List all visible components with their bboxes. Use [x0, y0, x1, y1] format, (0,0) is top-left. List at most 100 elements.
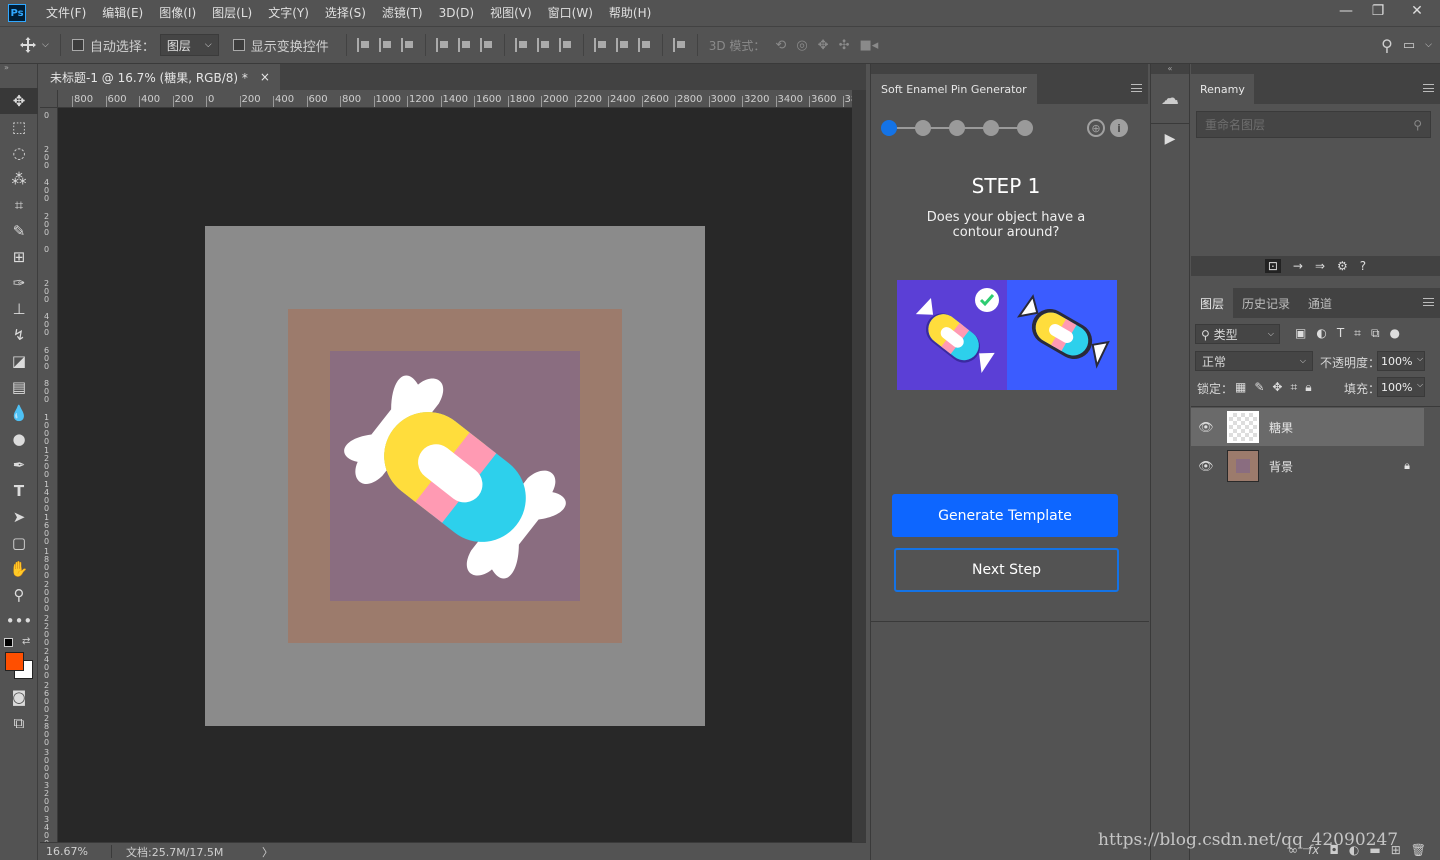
- layer-filter-dropdown[interactable]: ⚲ 类型 ⌵: [1195, 324, 1280, 344]
- tab-renamy[interactable]: Renamy: [1191, 74, 1254, 104]
- 3d-roll-icon[interactable]: ◎: [796, 38, 807, 53]
- healing-brush-tool[interactable]: ⊞: [0, 244, 38, 270]
- step-dot-3[interactable]: [949, 120, 965, 136]
- menu-type[interactable]: 文字(Y): [260, 0, 317, 26]
- panel-menu-icon[interactable]: [1131, 84, 1142, 92]
- step-dot-4[interactable]: [983, 120, 999, 136]
- tab-history[interactable]: 历史记录: [1233, 288, 1299, 318]
- step-dot-1[interactable]: [881, 120, 897, 136]
- lock-transparent-icon[interactable]: ▦: [1235, 380, 1246, 395]
- fill-chevron-icon[interactable]: ⌵: [1417, 380, 1423, 390]
- actions-play-icon[interactable]: ▶: [1151, 124, 1189, 154]
- brush-tool[interactable]: ✑: [0, 270, 38, 296]
- globe-icon[interactable]: ⊕: [1087, 119, 1105, 137]
- help-icon[interactable]: ?: [1360, 259, 1366, 273]
- eraser-tool[interactable]: ◪: [0, 348, 38, 374]
- lasso-tool[interactable]: ◌: [0, 140, 38, 166]
- layer-name[interactable]: 背景: [1269, 458, 1404, 475]
- screen-mode-icon[interactable]: ⧉: [0, 710, 38, 736]
- zoom-tool[interactable]: ⚲: [0, 582, 38, 608]
- close-window-button[interactable]: ✕: [1394, 0, 1440, 22]
- visibility-eye-icon[interactable]: 👁︎: [1191, 459, 1221, 473]
- lock-all-icon[interactable]: 🔒︎: [1305, 380, 1311, 395]
- renamy-menu-icon[interactable]: [1423, 84, 1434, 92]
- layer-row-background[interactable]: 👁︎ 背景 🔒︎: [1191, 447, 1424, 485]
- info-icon[interactable]: i: [1110, 119, 1128, 137]
- auto-select-target-dropdown[interactable]: 图层 ⌵: [159, 34, 219, 56]
- history-brush-tool[interactable]: ↯: [0, 322, 38, 348]
- menu-view[interactable]: 视图(V): [482, 0, 540, 26]
- filter-adjustment-icon[interactable]: ◐: [1316, 326, 1326, 341]
- 3d-slide-icon[interactable]: ✣: [839, 38, 850, 53]
- filter-pixel-icon[interactable]: ▣: [1295, 326, 1306, 341]
- lock-move-icon[interactable]: ✥: [1272, 380, 1282, 395]
- auto-select-checkbox[interactable]: 自动选择：: [71, 36, 155, 55]
- menu-file[interactable]: 文件(F): [38, 0, 94, 26]
- menu-image[interactable]: 图像(I): [151, 0, 204, 26]
- swap-colors-icon[interactable]: ⇄: [22, 636, 30, 647]
- layer-name[interactable]: 糖果: [1269, 419, 1293, 436]
- document-tab[interactable]: 未标题-1 @ 16.7% (糖果, RGB/8) * ×: [40, 64, 280, 90]
- opacity-chevron-icon[interactable]: ⌵: [1417, 354, 1423, 364]
- move-tool-icon[interactable]: ⌵: [20, 37, 49, 53]
- collapse-toolbar-icon[interactable]: »: [0, 64, 37, 74]
- eyedropper-tool[interactable]: ✎: [0, 218, 38, 244]
- align-bottom-icon[interactable]: [400, 38, 415, 52]
- distribute-vcenter-icon[interactable]: [536, 38, 551, 52]
- lock-artboard-icon[interactable]: ⌗: [1290, 380, 1297, 395]
- search-icon[interactable]: ⚲: [1381, 36, 1393, 55]
- align-hcenter-icon[interactable]: [457, 38, 472, 52]
- status-arrow-icon[interactable]: 〉: [262, 844, 273, 860]
- minimize-button[interactable]: —: [1330, 0, 1362, 22]
- ruler-origin[interactable]: [40, 90, 58, 108]
- visibility-eye-icon[interactable]: 👁︎: [1191, 420, 1221, 434]
- layer-row-candy[interactable]: 👁︎ 糖果: [1191, 408, 1424, 446]
- canvas-workspace[interactable]: [58, 108, 852, 842]
- workspace-icon[interactable]: ▭: [1403, 38, 1415, 53]
- quick-mask-icon[interactable]: ◙: [0, 684, 38, 710]
- filter-shape-icon[interactable]: ⌗: [1354, 326, 1361, 341]
- tab-channels[interactable]: 通道: [1299, 288, 1341, 318]
- without-contour-option[interactable]: [1007, 280, 1117, 390]
- shape-tool[interactable]: ▢: [0, 530, 38, 556]
- path-selection-tool[interactable]: ➤: [0, 504, 38, 530]
- creative-cloud-icon[interactable]: ☁: [1151, 74, 1189, 124]
- step-dot-5[interactable]: [1017, 120, 1033, 136]
- 3d-orbit-icon[interactable]: ⟲: [775, 38, 786, 53]
- layers-menu-icon[interactable]: [1423, 298, 1434, 306]
- clone-stamp-tool[interactable]: ⊥: [0, 296, 38, 322]
- restore-button[interactable]: ❐: [1362, 0, 1394, 22]
- crop-tool[interactable]: ⌗: [0, 192, 38, 218]
- canvas-document[interactable]: [205, 226, 705, 726]
- foreground-color-swatch[interactable]: [5, 652, 24, 671]
- default-colors-icon[interactable]: [4, 638, 13, 647]
- hand-tool[interactable]: ✋: [0, 556, 38, 582]
- double-arrow-icon[interactable]: ⇒: [1315, 259, 1325, 273]
- arrow-right-icon[interactable]: →: [1293, 259, 1303, 273]
- expand-panels-icon[interactable]: «: [1151, 64, 1189, 74]
- align-left-icon[interactable]: [435, 38, 450, 52]
- move-tool[interactable]: ✥: [0, 88, 38, 114]
- step-dot-2[interactable]: [915, 120, 931, 136]
- show-transform-checkbox[interactable]: 显示变换控件: [232, 36, 329, 55]
- settings-gear-icon[interactable]: ⚙: [1337, 259, 1348, 273]
- menu-layer[interactable]: 图层(L): [204, 0, 260, 26]
- renamy-mode-icon[interactable]: ⊡: [1264, 259, 1281, 273]
- menu-3d[interactable]: 3D(D): [431, 0, 482, 26]
- vertical-scrollbar[interactable]: [852, 90, 866, 842]
- with-contour-option[interactable]: [897, 280, 1007, 390]
- align-top-icon[interactable]: [356, 38, 371, 52]
- close-tab-icon[interactable]: ×: [260, 70, 270, 84]
- distribute-bottom-icon[interactable]: [558, 38, 573, 52]
- distribute-left-icon[interactable]: [593, 38, 608, 52]
- more-tools-icon[interactable]: •••: [0, 608, 38, 634]
- menu-filter[interactable]: 滤镜(T): [374, 0, 431, 26]
- magic-wand-tool[interactable]: ⁂: [0, 166, 38, 192]
- gradient-tool[interactable]: ▤: [0, 374, 38, 400]
- marquee-tool[interactable]: ⬚: [0, 114, 38, 140]
- zoom-level[interactable]: 16.67%: [40, 845, 112, 858]
- workspace-chevron-icon[interactable]: ⌵: [1425, 40, 1432, 50]
- distribute-right-icon[interactable]: [637, 38, 652, 52]
- menu-window[interactable]: 窗口(W): [540, 0, 601, 26]
- distribute-hcenter-icon[interactable]: [615, 38, 630, 52]
